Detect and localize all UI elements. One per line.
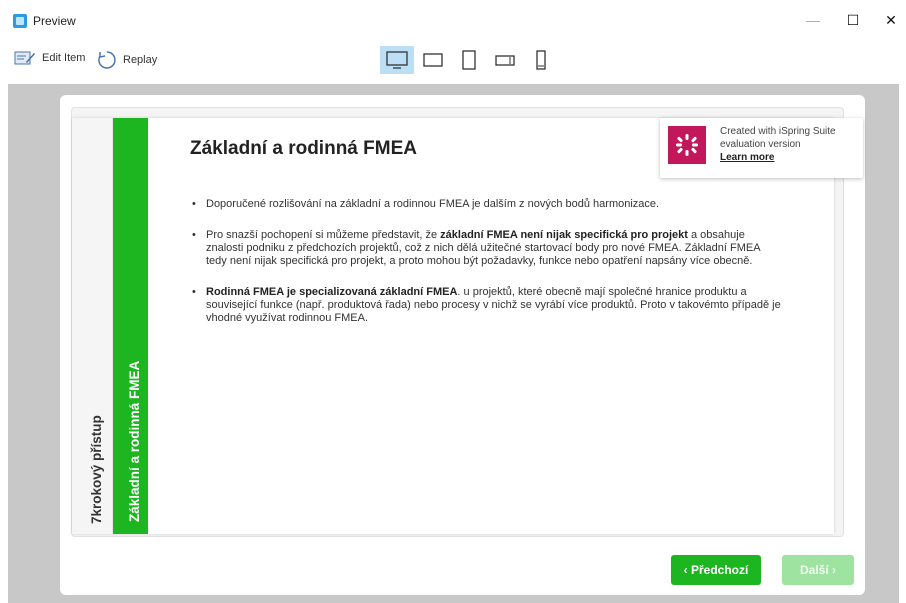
tablet-portrait-button[interactable] [452,46,486,74]
tablet-landscape-button[interactable] [416,46,450,74]
phone-portrait-icon [536,50,546,70]
tablet-portrait-icon [462,50,476,70]
watermark-text: Created with iSpring Suite evaluation ve… [720,125,836,164]
device-preview-switcher [380,46,560,74]
watermark-line1: Created with iSpring Suite [720,126,836,137]
bullet-list: Doporučené rozlišování na základní a rod… [192,198,782,343]
bullet-text: Doporučené rozlišování na základní a rod… [206,198,660,210]
side-tab-label-active: Základní a rodinná FMEA [127,360,142,522]
close-button[interactable]: ✕ [871,6,906,34]
monitor-icon [386,51,408,69]
phone-landscape-button[interactable] [488,46,522,74]
title-bar: Preview — ☐ ✕ [0,0,906,38]
slide-title: Základní a rodinná FMEA [190,138,417,159]
player-card: 7krokový přístup Základní a rodinná FMEA… [60,95,865,595]
preview-stage: 7krokový přístup Základní a rodinná FMEA… [8,84,899,603]
edit-icon [14,51,35,65]
replay-icon [98,51,116,69]
side-tab-label: 7krokový přístup [89,415,104,524]
app-icon [13,14,27,28]
bullet-text: Pro snazší pochopení si můžeme představi… [206,229,441,241]
ispring-logo [668,126,706,164]
maximize-button[interactable]: ☐ [833,6,873,34]
next-button[interactable]: Další › [782,555,854,585]
phone-portrait-button[interactable] [524,46,558,74]
window-title: Preview [33,14,76,28]
edit-item-button[interactable]: Edit Item [14,50,85,66]
bullet-bold-text: Rodinná FMEA je specializovaná základní … [206,286,458,298]
side-tab-7krokovy[interactable]: 7krokový přístup [72,118,113,534]
bullet-item: Rodinná FMEA je specializovaná základní … [192,286,782,325]
bullet-item: Doporučené rozlišování na základní a rod… [192,198,782,211]
tablet-landscape-icon [423,53,443,67]
ispring-logo-icon [676,134,698,156]
replay-button[interactable]: Replay [97,50,157,70]
side-tab-zakladni-rodinna[interactable]: Základní a rodinná FMEA [113,118,148,534]
watermark-line2: evaluation version [720,139,801,150]
desktop-view-button[interactable] [380,46,414,74]
bullet-bold-text: základní FMEA není nijak specifická pro … [440,229,688,241]
ispring-watermark: Created with iSpring Suite evaluation ve… [660,118,863,178]
slide-frame: 7krokový přístup Základní a rodinná FMEA… [71,107,863,537]
learn-more-link[interactable]: Learn more [720,151,836,164]
edit-item-label: Edit Item [42,52,86,64]
minimize-button[interactable]: — [793,6,833,34]
bullet-item: Pro snazší pochopení si můžeme představi… [192,229,782,268]
phone-landscape-icon [495,55,515,66]
previous-button[interactable]: ‹ Předchozí [671,555,761,585]
slide: 7krokový přístup Základní a rodinná FMEA… [72,118,834,534]
replay-label: Replay [123,54,158,66]
